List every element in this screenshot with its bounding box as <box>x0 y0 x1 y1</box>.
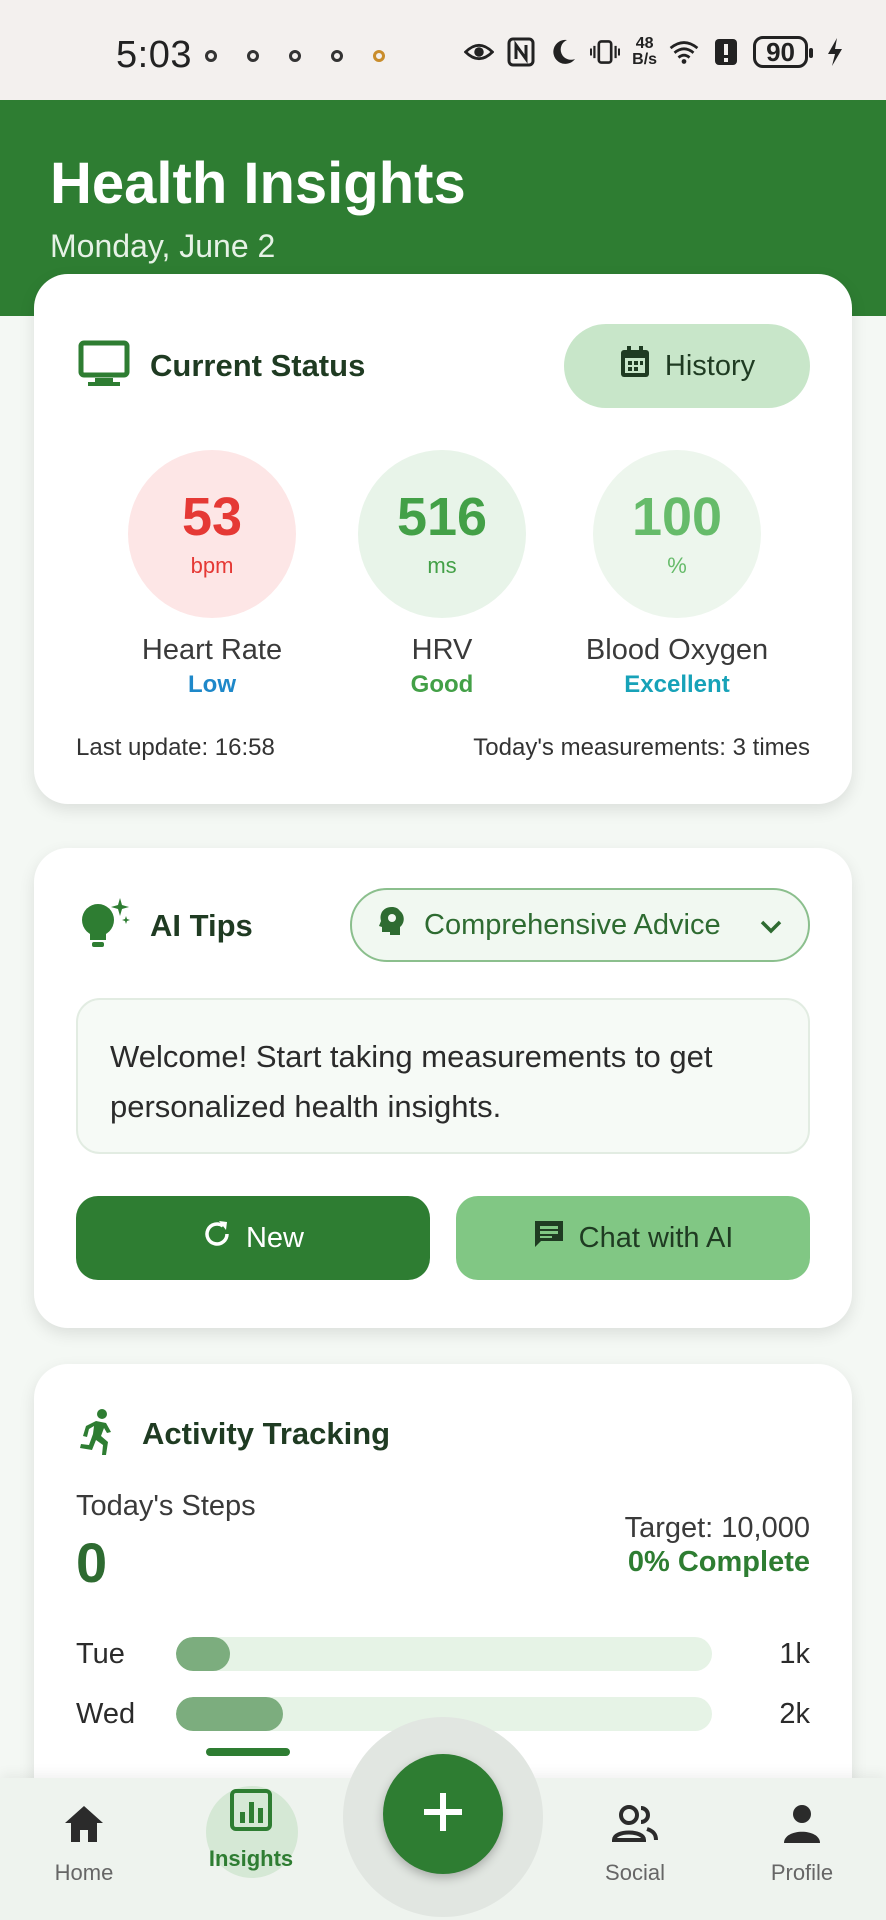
current-status-card: Current Status History 53 bpm Heart Rate… <box>34 274 852 804</box>
nav-profile[interactable]: Profile <box>742 1798 862 1886</box>
last-update-text: Last update: 16:58 <box>76 734 275 761</box>
history-label: History <box>664 349 756 382</box>
person-icon <box>742 1798 862 1850</box>
add-measurement-button[interactable] <box>383 1754 503 1874</box>
chat-button-label: Chat with AI <box>578 1221 734 1254</box>
heart-rate-unit: bpm <box>190 553 234 578</box>
bar-track <box>176 1637 712 1671</box>
eye-icon <box>464 38 495 66</box>
hrv-value: 516 <box>396 487 488 547</box>
ai-tip-message: Welcome! Start taking measurements to ge… <box>76 998 810 1154</box>
steps-completion: 0% Complete <box>627 1546 810 1578</box>
new-button-label: New <box>245 1221 304 1254</box>
advice-type-value: Comprehensive Advice <box>424 908 721 941</box>
ai-tips-card: AI Tips Comprehensive Advice Welcome! St… <box>34 848 852 1328</box>
nav-social[interactable]: Social <box>575 1798 695 1886</box>
hrv-metric: 516 ms HRV Good <box>332 450 552 699</box>
notification-dot-icon <box>331 50 343 62</box>
heart-rate-circle: 53 bpm <box>128 450 296 618</box>
brain-head-icon <box>378 906 406 944</box>
bar-chart-icon <box>191 1784 311 1836</box>
nfc-icon <box>506 37 536 67</box>
network-speed: 48 B/s <box>632 36 657 68</box>
chat-icon <box>533 1219 565 1257</box>
clock: 5:03 <box>116 34 192 76</box>
current-status-title: Current Status <box>150 348 366 383</box>
wifi-icon <box>669 38 699 66</box>
nav-social-label: Social <box>605 1860 665 1885</box>
bar-amount-label: 2k <box>779 1697 810 1730</box>
status-bar: 5:03 48 B/s 90 <box>0 0 886 100</box>
measurement-count-text: Today's measurements: 3 times <box>473 734 810 761</box>
lightbulb-sparkle-icon <box>76 896 132 957</box>
blood-oxygen-status: Excellent <box>624 671 730 698</box>
battery-indicator: 90 <box>753 36 813 68</box>
blood-oxygen-label: Blood Oxygen <box>585 634 769 666</box>
hrv-circle: 516 ms <box>358 450 526 618</box>
plus-icon <box>422 1791 464 1838</box>
hrv-status: Good <box>410 671 474 698</box>
page-title: Health Insights <box>50 151 466 216</box>
advice-type-select[interactable]: Comprehensive Advice <box>350 888 810 962</box>
people-icon <box>575 1798 695 1850</box>
home-icon <box>24 1798 144 1850</box>
notification-dot-icon <box>247 50 259 62</box>
system-icons: 48 B/s 90 <box>464 36 850 68</box>
activity-bar-row: Tue 1k <box>76 1634 810 1674</box>
blood-oxygen-unit: % <box>667 553 687 578</box>
blood-oxygen-metric: 100 % Blood Oxygen Excellent <box>552 450 802 699</box>
steps-label: Today's Steps <box>76 1490 256 1522</box>
nav-insights[interactable]: Insights <box>191 1784 311 1872</box>
notification-dot-icon <box>205 50 217 62</box>
bar-day-label: Wed <box>76 1697 136 1730</box>
network-speed-value: 48 <box>635 35 654 52</box>
heart-rate-metric: 53 bpm Heart Rate Low <box>102 450 322 699</box>
nav-insights-label: Insights <box>208 1846 294 1871</box>
notification-icons <box>205 50 385 62</box>
charging-icon <box>820 38 850 66</box>
chevron-down-icon <box>760 909 782 942</box>
bar-amount-label: 1k <box>779 1637 810 1670</box>
steps-target: Target: 10,000 <box>624 1512 810 1544</box>
blood-oxygen-value: 100 <box>631 487 723 547</box>
bar-day-label: Tue <box>76 1637 125 1670</box>
heart-rate-status: Low <box>188 671 236 698</box>
ai-tips-title: AI Tips <box>150 908 253 943</box>
nav-profile-label: Profile <box>770 1860 834 1885</box>
calendar-icon <box>619 345 651 387</box>
heart-rate-label: Heart Rate <box>141 634 283 666</box>
blood-oxygen-circle: 100 % <box>593 450 761 618</box>
refresh-icon <box>202 1219 232 1257</box>
bar-fill <box>176 1697 284 1731</box>
steps-value: 0 <box>76 1531 108 1594</box>
activity-title: Activity Tracking <box>142 1416 391 1451</box>
nav-home-label: Home <box>54 1860 114 1885</box>
scroll-indicator <box>206 1748 290 1756</box>
monitor-icon <box>78 340 130 393</box>
new-tip-button[interactable]: New <box>76 1196 430 1280</box>
notification-dot-icon <box>289 50 301 62</box>
heart-rate-value: 53 <box>181 487 243 547</box>
running-person-icon <box>76 1408 120 1463</box>
history-button[interactable]: History <box>564 324 810 408</box>
network-speed-unit: B/s <box>632 51 658 68</box>
nav-home[interactable]: Home <box>24 1798 144 1886</box>
notification-dot-icon <box>373 50 385 62</box>
hrv-label: HRV <box>411 634 473 666</box>
chat-with-ai-button[interactable]: Chat with AI <box>456 1196 810 1280</box>
alert-icon <box>711 38 741 66</box>
hrv-unit: ms <box>427 553 457 578</box>
bar-fill <box>176 1637 230 1671</box>
page-date: Monday, June 2 <box>50 228 276 264</box>
vibrate-icon <box>590 38 621 66</box>
moon-icon <box>548 38 578 66</box>
